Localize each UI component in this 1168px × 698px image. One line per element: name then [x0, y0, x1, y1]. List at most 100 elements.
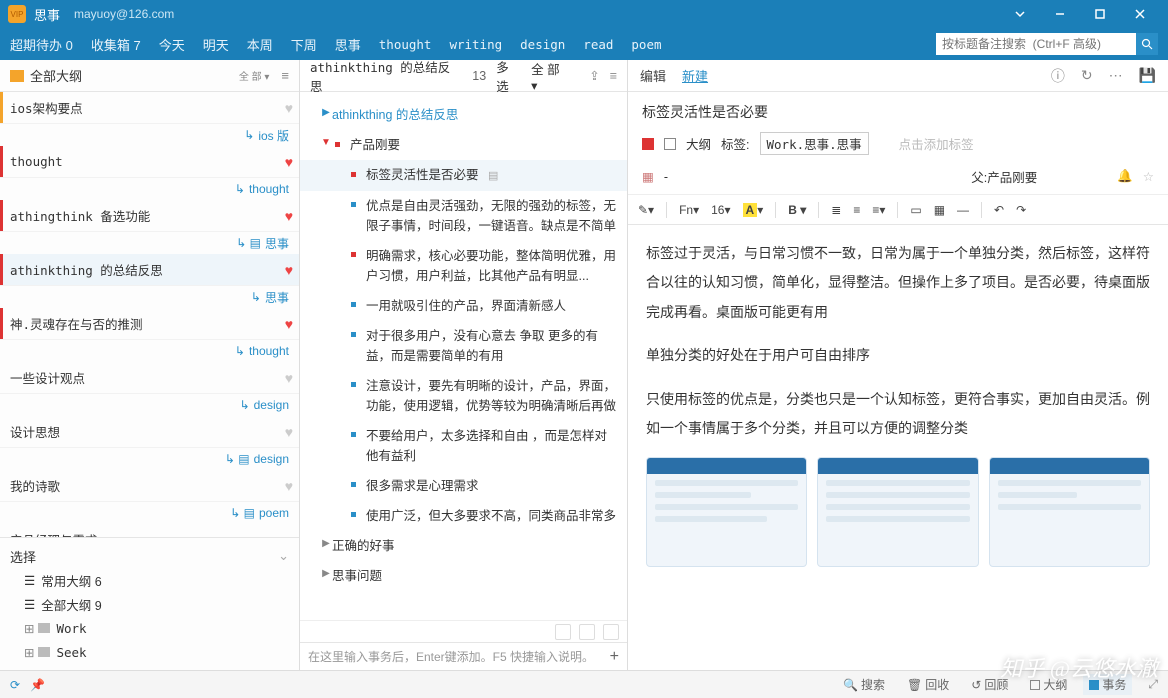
nav-today[interactable]: 今天 — [159, 35, 185, 54]
save-icon[interactable]: 💾 — [1139, 67, 1156, 84]
calendar-icon[interactable]: ▦ — [642, 169, 654, 184]
history-icon[interactable]: ↻ — [1081, 67, 1093, 84]
outline-tag[interactable]: ↳ ▤思事 — [0, 232, 299, 254]
outline-item[interactable]: 设计思想♥ — [0, 416, 299, 448]
tree-row[interactable]: ▼产品刚要 — [300, 130, 627, 160]
tag-value[interactable]: Work.思事.思事 — [760, 132, 869, 155]
note-body[interactable]: 标签过于灵活，与日常习惯不一致，日常为属于一个单独分类，然后标签，这样符合以往的… — [628, 225, 1168, 670]
left-filter[interactable]: 全 部 ▾ — [239, 68, 270, 83]
font-name[interactable]: Fn ▾ — [679, 203, 699, 217]
nav-poem[interactable]: poem — [631, 37, 661, 52]
font-size[interactable]: 16 ▾ — [711, 203, 730, 217]
tree-row[interactable]: ▶思事问题 — [300, 561, 627, 591]
search-button[interactable] — [1136, 33, 1158, 55]
tree-tool-3[interactable] — [603, 624, 619, 640]
nav-read[interactable]: read — [583, 37, 613, 52]
nav-week[interactable]: 本周 — [247, 35, 273, 54]
tree-row[interactable]: 注意设计，要先有明晰的设计，产品，界面，功能，使用逻辑，优势等较为明确清晰后再做 — [300, 371, 627, 421]
tree-row[interactable]: 不要给用户，太多选择和自由 ，而是怎样对他有益利 — [300, 421, 627, 471]
tree-tool-2[interactable] — [579, 624, 595, 640]
thumb-3[interactable] — [989, 457, 1150, 567]
note-title[interactable]: 标签灵活性是否必要 — [628, 92, 1168, 128]
sb-outline[interactable]: 大纲 — [1024, 674, 1073, 695]
outline-item[interactable]: athinkthing 的总结反思♥ — [0, 254, 299, 286]
tree-row[interactable]: ▶athinkthing 的总结反思 — [300, 100, 627, 130]
checkbox[interactable] — [664, 138, 676, 150]
outline-tag[interactable]: ↳ 思事 — [0, 286, 299, 308]
tree-row[interactable]: 使用广泛，但大多要求不高，同类商品非常多 — [300, 501, 627, 531]
add-task-button[interactable]: + — [610, 648, 619, 666]
sb-review[interactable]: ↺回顾 — [965, 674, 1014, 695]
thumb-1[interactable] — [646, 457, 807, 567]
thumb-2[interactable] — [817, 457, 978, 567]
nav-sishi[interactable]: 思事 — [335, 35, 361, 54]
tree-row[interactable]: 明确需求，核心必要功能，整体简明优雅，用户习惯，用户利益，比其他产品有明显... — [300, 241, 627, 291]
sb-sync-icon[interactable]: ⟳ — [10, 678, 20, 692]
priority-icon[interactable] — [642, 138, 654, 150]
outline-item[interactable]: 产品经理与需求♥ — [0, 524, 299, 537]
export-icon[interactable]: ⇪ — [589, 68, 599, 83]
bell-icon[interactable]: 🔔 — [1117, 169, 1133, 184]
nav-nextweek[interactable]: 下周 — [291, 35, 317, 54]
parent-label[interactable]: 父:产品刚要 — [971, 167, 1037, 186]
tree-row[interactable]: 一用就吸引住的产品，界面清新感人 — [300, 291, 627, 321]
magic-icon[interactable]: ✎▾ — [638, 203, 654, 217]
highlight-button[interactable]: A ▾ — [743, 203, 764, 217]
select-item[interactable]: ☰全部大纲 9 — [10, 592, 289, 616]
left-menu-icon[interactable]: ≡ — [281, 68, 289, 83]
outline-tag[interactable]: ↳ design — [0, 394, 299, 416]
sb-search[interactable]: 🔍搜索 — [837, 674, 891, 695]
more-icon[interactable]: ⋯ — [1109, 67, 1123, 84]
select-item[interactable]: ⊞Seek — [10, 640, 289, 664]
tree-row[interactable]: 标签灵活性是否必要 ▤ — [300, 160, 627, 191]
image-icon[interactable]: ▭ — [910, 203, 921, 217]
info-icon[interactable]: ⓘ — [1051, 66, 1065, 86]
select-item[interactable]: ⊞Work — [10, 616, 289, 640]
add-hint[interactable]: 在这里输入事务后，Enter键添加。F5 快捷输入说明。 — [308, 648, 594, 665]
outline-item[interactable]: thought♥ — [0, 146, 299, 178]
middle-menu-icon[interactable]: ≡ — [610, 69, 617, 83]
select-header[interactable]: 选择⌄ — [10, 544, 289, 568]
sb-expand-icon[interactable]: ⤢ — [1148, 677, 1158, 692]
outline-item[interactable]: 神.灵魂存在与否的推测♥ — [0, 308, 299, 340]
outline-tag[interactable]: ↳ ▤design — [0, 448, 299, 470]
tree-row[interactable]: ▶正确的好事 — [300, 531, 627, 561]
tree-tool-1[interactable] — [555, 624, 571, 640]
new-link[interactable]: 新建 — [682, 66, 708, 85]
outline-item[interactable]: ios架构要点♥ — [0, 92, 299, 124]
add-tag[interactable]: 点击添加标签 — [899, 134, 974, 153]
nav-design[interactable]: design — [520, 37, 565, 52]
nav-thought[interactable]: thought — [379, 37, 432, 52]
table-icon[interactable]: ▦ — [934, 203, 945, 217]
window-maximize[interactable] — [1080, 0, 1120, 28]
undo-icon[interactable]: ↶ — [994, 203, 1004, 217]
redo-icon[interactable]: ↷ — [1016, 203, 1026, 217]
middle-filter[interactable]: 全 部 ▾ — [531, 60, 569, 93]
nav-inbox[interactable]: 收集箱 7 — [91, 35, 141, 54]
list-ul-icon[interactable]: ≣ — [831, 203, 841, 217]
bold-button[interactable]: B ▾ — [788, 203, 806, 217]
outline-tag[interactable]: ↳ ▤poem — [0, 502, 299, 524]
tree-row[interactable]: 对于很多用户，没有心意去 争取 更多的有益，而是需要简单的有用 — [300, 321, 627, 371]
outline-item[interactable]: athingthink 备选功能♥ — [0, 200, 299, 232]
outline-tag[interactable]: ↳ thought — [0, 340, 299, 362]
align-icon[interactable]: ≡▾ — [872, 203, 885, 217]
search-input[interactable] — [942, 37, 1130, 51]
tree-row[interactable]: 优点是自由灵活强劲，无限的强劲的标签，无限子事情，时间段，一键语音。缺点是不简单 — [300, 191, 627, 241]
window-minimize[interactable] — [1040, 0, 1080, 28]
window-close[interactable] — [1120, 0, 1160, 28]
hr-icon[interactable]: — — [957, 203, 969, 217]
sb-recycle[interactable]: 🗑回收 — [901, 674, 955, 695]
middle-multi[interactable]: 多选 — [496, 60, 521, 95]
outline-item[interactable]: 我的诗歌♥ — [0, 470, 299, 502]
sb-task[interactable]: 事务 — [1083, 674, 1132, 695]
list-ol-icon[interactable]: ≡ — [853, 203, 860, 217]
search-box[interactable] — [936, 33, 1136, 55]
select-item[interactable]: ☰常用大纲 6 — [10, 568, 289, 592]
sb-pin-icon[interactable]: 📌 — [30, 678, 45, 692]
tree-row[interactable]: 很多需求是心理需求 — [300, 471, 627, 501]
outline-tag[interactable]: ↳ ios 版 — [0, 124, 299, 146]
outline-item[interactable]: 一些设计观点♥ — [0, 362, 299, 394]
nav-tomorrow[interactable]: 明天 — [203, 35, 229, 54]
nav-writing[interactable]: writing — [449, 37, 502, 52]
